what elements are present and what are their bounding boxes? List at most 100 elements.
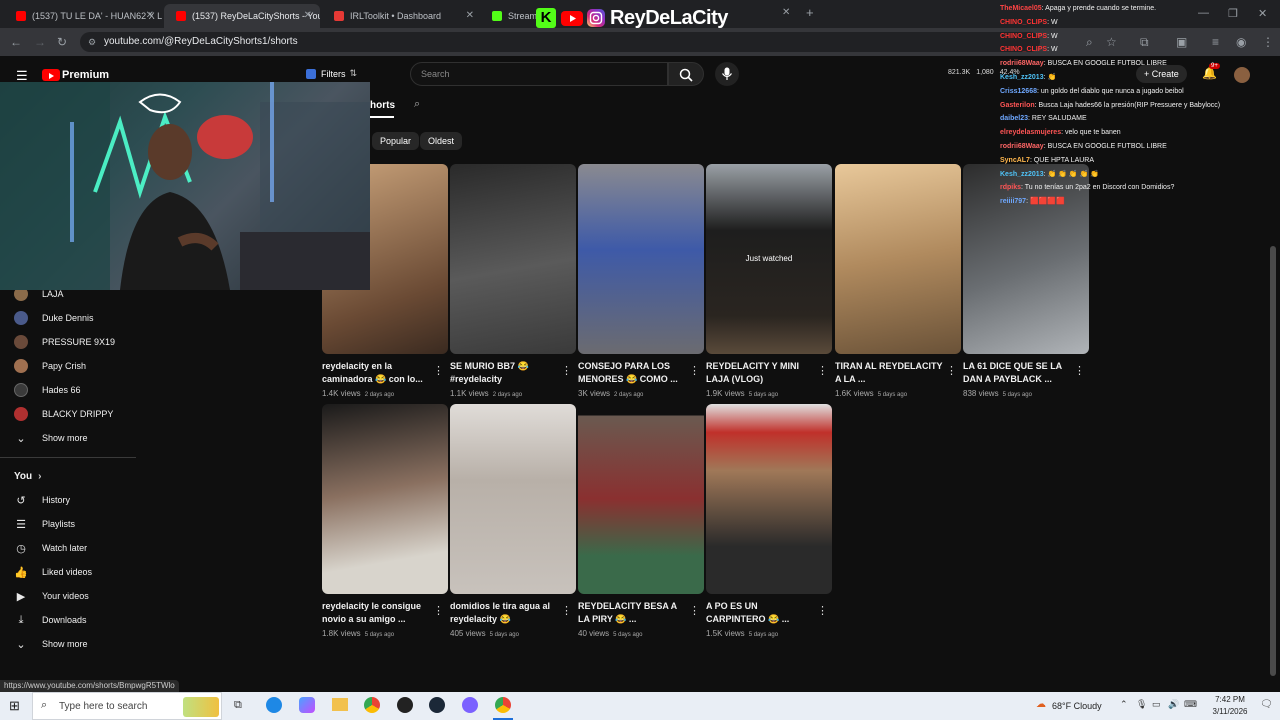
short-title[interactable]: CONSEJO PARA LOS MENORES 😂 COMO ...	[578, 360, 688, 386]
url-field[interactable]: ⚙ youtube.com/@ReyDeLaCityShorts1/shorts	[80, 32, 1040, 52]
short-title[interactable]: TIRAN AL REYDELACITY A LA ...	[835, 360, 945, 386]
chat-username[interactable]: reiiii797	[1000, 198, 1026, 205]
more-options-icon[interactable]: ⋮	[561, 364, 572, 377]
short-thumbnail[interactable]	[578, 164, 704, 354]
clock-date[interactable]: 3/11/2026	[1206, 707, 1254, 716]
short-title[interactable]: LA 61 DICE QUE SE LA DAN A PAYBLACK ...	[963, 360, 1073, 386]
copilot-icon[interactable]	[299, 697, 315, 713]
chat-username[interactable]: rodrii68Waay	[1000, 60, 1044, 67]
back-icon[interactable]: ←	[10, 35, 22, 49]
sidebar-you-header[interactable]: You ›	[14, 466, 42, 486]
short-title[interactable]: domidios le tira agua al reydelacity 😂	[450, 600, 560, 626]
short-thumbnail[interactable]	[835, 164, 961, 354]
short-card[interactable]: Just watched REYDELACITY Y MINI LAJA (VL…	[706, 164, 832, 398]
chrome-icon[interactable]	[364, 697, 380, 713]
search-button[interactable]	[668, 62, 704, 86]
close-tab-icon[interactable]: ✕	[466, 10, 474, 21]
browser-tab-4[interactable]: Stream	[480, 4, 540, 28]
short-thumbnail[interactable]	[578, 404, 704, 594]
short-card[interactable]: CONSEJO PARA LOS MENORES 😂 COMO ... 3K v…	[578, 164, 704, 398]
tab-shorts[interactable]: horts	[370, 100, 395, 111]
microphone-tray-icon[interactable]: 🎙	[1136, 699, 1147, 710]
chat-username[interactable]: Kesh_zz2013	[1000, 74, 1044, 81]
sidebar-item-your-videos[interactable]: ▶ Your videos	[14, 586, 89, 606]
more-options-icon[interactable]: ⋮	[433, 604, 444, 617]
tray-chevron-icon[interactable]: ⌃	[1120, 699, 1128, 710]
short-title[interactable]: SE MURIO BB7 😂 #reydelacity	[450, 360, 560, 386]
forward-icon[interactable]: →	[34, 35, 46, 49]
close-tab-icon[interactable]: ✕	[304, 10, 312, 21]
more-options-icon[interactable]: ⋮	[561, 604, 572, 617]
filters-button[interactable]: Filters ⇅	[306, 68, 357, 79]
site-info-icon[interactable]: ⚙	[88, 32, 96, 52]
notification-center-icon[interactable]: 🗨	[1260, 699, 1273, 710]
youtube-logo-icon[interactable]	[42, 69, 60, 81]
channel-search-icon[interactable]: ⌕	[414, 98, 420, 111]
chrome-active-icon[interactable]	[495, 697, 511, 713]
chat-username[interactable]: elreydelasmujeres	[1000, 129, 1061, 136]
browser-tab-3[interactable]: IRLToolkit • Dashboard ✕	[322, 4, 482, 28]
chat-username[interactable]: Kesh_zz2013	[1000, 171, 1044, 178]
page-scrollbar[interactable]	[1270, 246, 1276, 676]
sidebar-item-watch-later[interactable]: ◷ Watch later	[14, 538, 87, 558]
sidebar-item-hades[interactable]: Hades 66	[14, 380, 81, 400]
weather-text[interactable]: 68°F Cloudy	[1052, 701, 1102, 711]
chat-username[interactable]: CHINO_CLIPS	[1000, 46, 1047, 53]
chat-username[interactable]: TheMicael05	[1000, 5, 1042, 12]
short-title[interactable]: reydelacity en la caminadora 😂 con lo...	[322, 360, 432, 386]
short-thumbnail[interactable]	[322, 404, 448, 594]
browser-tab-1[interactable]: (1537) TU LE DA' - HUAN62 X L ✕	[4, 4, 162, 28]
more-options-icon[interactable]: ⋮	[946, 364, 957, 377]
chat-username[interactable]: rodrii68Waay	[1000, 143, 1044, 150]
keyboard-icon[interactable]: ⌨	[1184, 699, 1197, 710]
short-card[interactable]: reydelacity le consigue novio a su amigo…	[322, 404, 448, 638]
sidebar-item-playlists[interactable]: ☰ Playlists	[14, 514, 75, 534]
obs-icon[interactable]	[397, 697, 413, 713]
browser-tab-2[interactable]: (1537) ReyDeLaCityShorts - You ✕	[164, 4, 320, 28]
new-tab-icon[interactable]: +	[806, 5, 814, 20]
short-title[interactable]: reydelacity le consigue novio a su amigo…	[322, 600, 432, 626]
short-title[interactable]: A PO ES UN CARPINTERO 😂 ...	[706, 600, 816, 626]
more-options-icon[interactable]: ⋮	[689, 604, 700, 617]
edge-icon[interactable]	[266, 697, 282, 713]
volume-icon[interactable]: 🔊	[1168, 699, 1179, 710]
chat-username[interactable]: rdpiks	[1000, 184, 1021, 191]
sidebar-show-more-you[interactable]: ⌄ Show more	[14, 634, 87, 654]
chat-username[interactable]: Gasterilon	[1000, 102, 1035, 109]
short-card[interactable]: REYDELACITY BESA A LA PIRY 😂 ... 40 view…	[578, 404, 704, 638]
more-options-icon[interactable]: ⋮	[433, 364, 444, 377]
short-card[interactable]: A PO ES UN CARPINTERO 😂 ... 1.5K views 5 …	[706, 404, 832, 638]
chip-oldest[interactable]: Oldest	[420, 132, 463, 150]
sidebar-show-more-subs[interactable]: ⌄ Show more	[14, 428, 87, 448]
short-card[interactable]: TIRAN AL REYDELACITY A LA ... 1.6K views…	[835, 164, 961, 398]
short-thumbnail[interactable]	[450, 164, 576, 354]
short-title[interactable]: REYDELACITY Y MINI LAJA (VLOG)	[706, 360, 816, 386]
short-card[interactable]: SE MURIO BB7 😂 #reydelacity 1.1K views 2 …	[450, 164, 576, 398]
youtube-premium-logo[interactable]: Premium	[62, 69, 109, 81]
short-thumbnail[interactable]	[706, 404, 832, 594]
taskbar-search-input[interactable]: ⌕ Type here to search	[32, 692, 222, 720]
sidebar-item-downloads[interactable]: ⤓ Downloads	[14, 610, 87, 630]
file-explorer-icon[interactable]	[332, 698, 348, 711]
voice-search-button[interactable]	[715, 62, 739, 86]
sidebar-item-duke-dennis[interactable]: Duke Dennis	[14, 308, 94, 328]
reload-icon[interactable]: ↻	[57, 35, 67, 49]
sidebar-item-liked-videos[interactable]: 👍 Liked videos	[14, 562, 92, 582]
sidebar-item-papy-crish[interactable]: Papy Crish	[14, 356, 86, 376]
sidebar-item-pressure[interactable]: PRESSURE 9X19	[14, 332, 115, 352]
chip-popular[interactable]: Popular	[372, 132, 420, 150]
task-view-icon[interactable]: ⧉	[234, 699, 242, 712]
more-options-icon[interactable]: ⋮	[817, 364, 828, 377]
chat-username[interactable]: daibel23	[1000, 115, 1028, 122]
sidebar-item-history[interactable]: ↺ History	[14, 490, 70, 510]
discord-icon[interactable]	[462, 697, 478, 713]
more-options-icon[interactable]: ⋮	[817, 604, 828, 617]
clock-time[interactable]: 7:42 PM	[1208, 695, 1252, 704]
chat-username[interactable]: SyncAL7	[1000, 157, 1030, 164]
short-thumbnail[interactable]	[450, 404, 576, 594]
more-options-icon[interactable]: ⋮	[689, 364, 700, 377]
close-tab-icon[interactable]: ✕	[146, 10, 154, 21]
network-icon[interactable]: ▭	[1152, 699, 1161, 710]
close-tab-icon[interactable]: ✕	[782, 7, 790, 18]
more-options-icon[interactable]: ⋮	[1074, 364, 1085, 377]
